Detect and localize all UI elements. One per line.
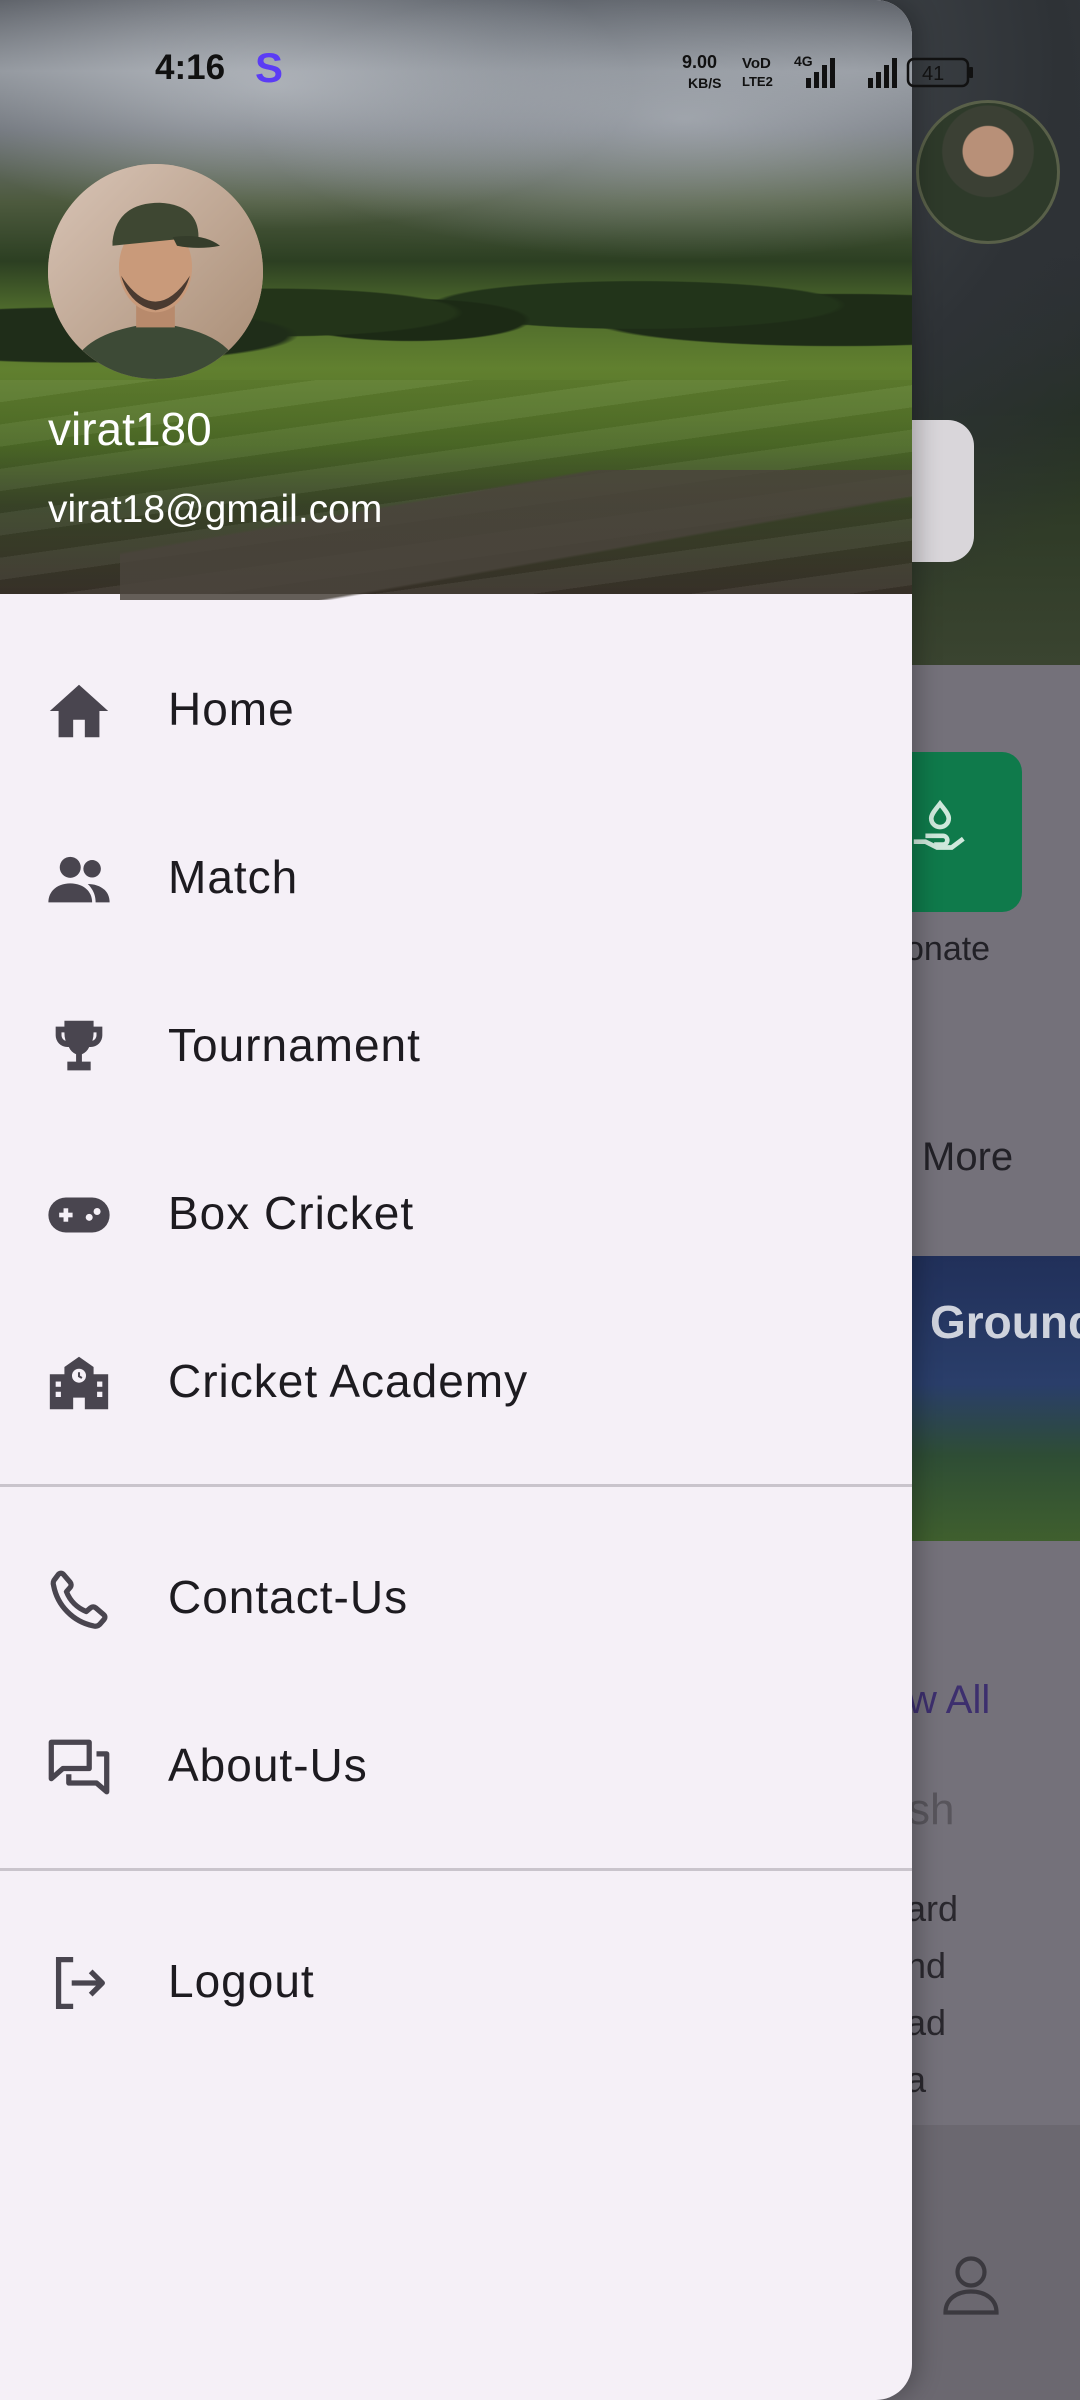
drawer-item-box-cricket[interactable]: Box Cricket xyxy=(0,1134,912,1284)
logout-icon xyxy=(55,1957,105,2009)
drawer-item-label: Tournament xyxy=(168,1019,421,1071)
drawer-item-match[interactable]: Match xyxy=(0,798,912,948)
background-fresh-text: sh xyxy=(908,1785,955,1834)
phone-icon xyxy=(50,1570,108,1629)
drawer-item-label: Cricket Academy xyxy=(168,1355,529,1407)
network-type: 4G xyxy=(794,53,813,69)
drawer-item-cricket-academy[interactable]: Cricket Academy xyxy=(0,1302,912,1452)
background-line: ard xyxy=(906,1888,959,1929)
lte-label: LTE2 xyxy=(742,74,773,89)
background-view-all: w All xyxy=(908,1678,991,1722)
donate-hand-icon xyxy=(913,799,965,850)
drawer-item-about-us[interactable]: About-Us xyxy=(0,1686,912,1836)
drawer-item-label: Contact-Us xyxy=(168,1571,409,1623)
background-donate-label: onate xyxy=(905,930,991,968)
home-icon xyxy=(49,684,109,738)
signal-icon-2 xyxy=(868,58,897,88)
drawer-divider xyxy=(0,1484,912,1487)
drawer-item-tournament[interactable]: Tournament xyxy=(0,966,912,1116)
drawer-email: virat18@gmail.com xyxy=(48,488,383,531)
drawer-item-logout[interactable]: Logout xyxy=(0,1902,912,2052)
navigation-drawer: virat180 virat18@gmail.com Home Match To… xyxy=(0,0,912,2400)
school-icon xyxy=(49,1356,109,1410)
background-line: ad xyxy=(906,2002,947,2043)
drawer-item-contact-us[interactable]: Contact-Us xyxy=(0,1518,912,1668)
profile-outline-icon xyxy=(943,2256,999,2315)
net-speed-unit: KB/S xyxy=(688,75,721,91)
drawer-item-label: Logout xyxy=(168,1955,315,2007)
gamepad-icon xyxy=(48,1197,110,1233)
drawer-username: virat180 xyxy=(48,403,212,455)
background-more-label: More xyxy=(922,1135,1014,1179)
drawer-item-label: About-Us xyxy=(168,1739,368,1791)
drawer-divider xyxy=(0,1868,912,1871)
drawer-item-label: Home xyxy=(168,683,295,735)
drawer-item-label: Match xyxy=(168,851,299,903)
background-line: nd xyxy=(906,1945,947,1986)
net-speed-value: 9.00 xyxy=(682,52,717,72)
battery-level: 41 xyxy=(922,63,944,85)
app-indicator-icon: S xyxy=(255,44,284,91)
background-line: a xyxy=(906,2059,927,2100)
people-icon xyxy=(48,856,110,903)
drawer-item-label: Box Cricket xyxy=(168,1187,415,1239)
background-banner-text: Ground xyxy=(930,1296,1080,1348)
profile-avatar[interactable] xyxy=(48,164,263,379)
trophy-icon xyxy=(55,1020,103,1071)
forum-icon xyxy=(48,1739,110,1795)
status-time: 4:16 xyxy=(155,48,226,87)
background-avatar xyxy=(916,100,1060,244)
status-icons: 9.00 KB/S VoD LTE2 4G 41 xyxy=(682,52,973,91)
volte-label: VoD xyxy=(742,55,771,72)
drawer-item-home[interactable]: Home xyxy=(0,630,912,780)
background-text-lines: ard nd ad a xyxy=(906,1880,958,2108)
